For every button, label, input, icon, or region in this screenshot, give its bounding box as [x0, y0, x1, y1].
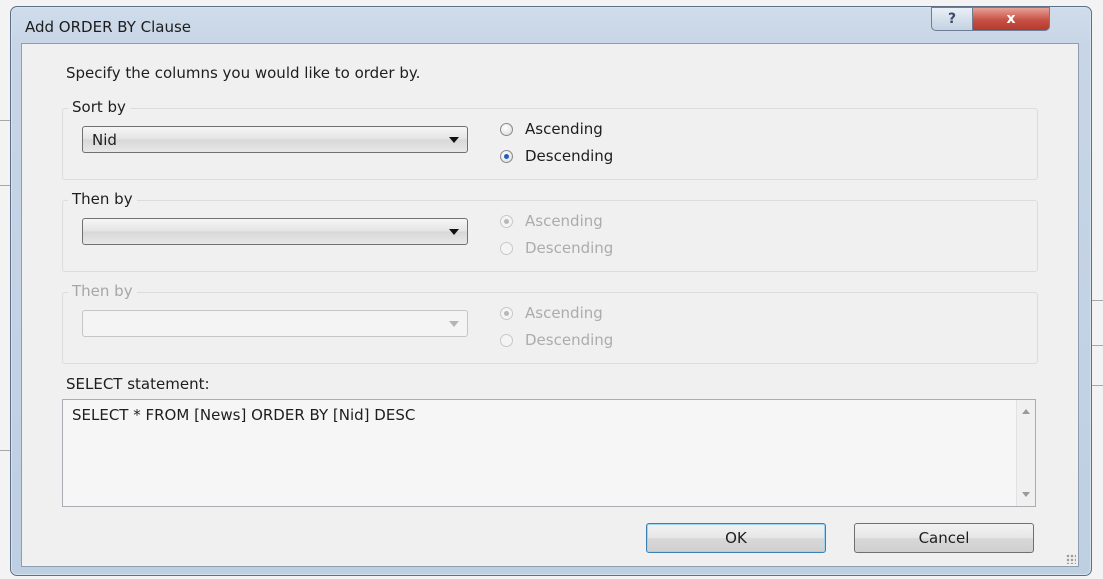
radio-label: Descending	[525, 147, 614, 165]
then-by-1-ascending-radio: Ascending	[500, 212, 603, 230]
sort-by-ascending-radio[interactable]: Ascending	[500, 120, 603, 138]
title-bar[interactable]: Add ORDER BY Clause ? x	[11, 7, 1091, 43]
help-icon: ?	[947, 11, 957, 27]
background-divider	[0, 120, 10, 121]
radio-label: Ascending	[525, 212, 603, 230]
sort-by-descending-radio[interactable]: Descending	[500, 147, 613, 165]
then-by-2-ascending-radio: Ascending	[500, 304, 603, 322]
background-divider	[0, 185, 10, 186]
select-statement-text: SELECT * FROM [News] ORDER BY [Nid] DESC	[72, 406, 416, 424]
then-by-2-descending-radio: Descending	[500, 331, 613, 349]
radio-icon	[500, 122, 513, 136]
chevron-down-icon	[449, 137, 459, 143]
close-button[interactable]: x	[972, 7, 1050, 31]
add-order-by-dialog: Add ORDER BY Clause ? x Specify the colu…	[10, 6, 1092, 576]
radio-selected-icon	[500, 149, 513, 163]
sort-by-column-value: Nid	[92, 131, 117, 149]
close-icon: x	[1006, 11, 1016, 27]
radio-selected-icon	[500, 214, 513, 228]
vertical-scrollbar[interactable]	[1016, 400, 1035, 506]
scroll-down-icon[interactable]	[1022, 492, 1030, 497]
help-button[interactable]: ?	[931, 7, 973, 31]
radio-label: Descending	[525, 331, 614, 349]
radio-icon	[500, 333, 513, 347]
chevron-down-icon	[449, 229, 459, 235]
then-by-label-1: Then by	[68, 190, 137, 208]
dialog-body: Specify the columns you would like to or…	[21, 43, 1079, 567]
dialog-title: Add ORDER BY Clause	[25, 18, 192, 36]
sort-by-label: Sort by	[68, 98, 130, 116]
radio-icon	[500, 241, 513, 255]
ok-button[interactable]: OK	[646, 523, 826, 553]
instruction-text: Specify the columns you would like to or…	[66, 64, 421, 82]
select-statement-label: SELECT statement:	[66, 375, 210, 393]
radio-label: Ascending	[525, 120, 603, 138]
then-by-1-descending-radio: Descending	[500, 239, 613, 257]
background-divider	[0, 450, 10, 451]
scroll-up-icon[interactable]	[1022, 409, 1030, 414]
cancel-button[interactable]: Cancel	[854, 523, 1034, 553]
radio-label: Ascending	[525, 304, 603, 322]
sort-by-column-select[interactable]: Nid	[82, 126, 468, 153]
radio-selected-icon	[500, 306, 513, 320]
select-statement-textbox[interactable]: SELECT * FROM [News] ORDER BY [Nid] DESC	[62, 399, 1036, 507]
then-by-label-2: Then by	[68, 282, 137, 300]
then-by-column-select-2	[82, 310, 468, 337]
then-by-column-select-1[interactable]	[82, 218, 468, 245]
radio-label: Descending	[525, 239, 614, 257]
resize-grip-icon[interactable]	[1066, 554, 1076, 564]
chevron-down-icon	[449, 321, 459, 327]
